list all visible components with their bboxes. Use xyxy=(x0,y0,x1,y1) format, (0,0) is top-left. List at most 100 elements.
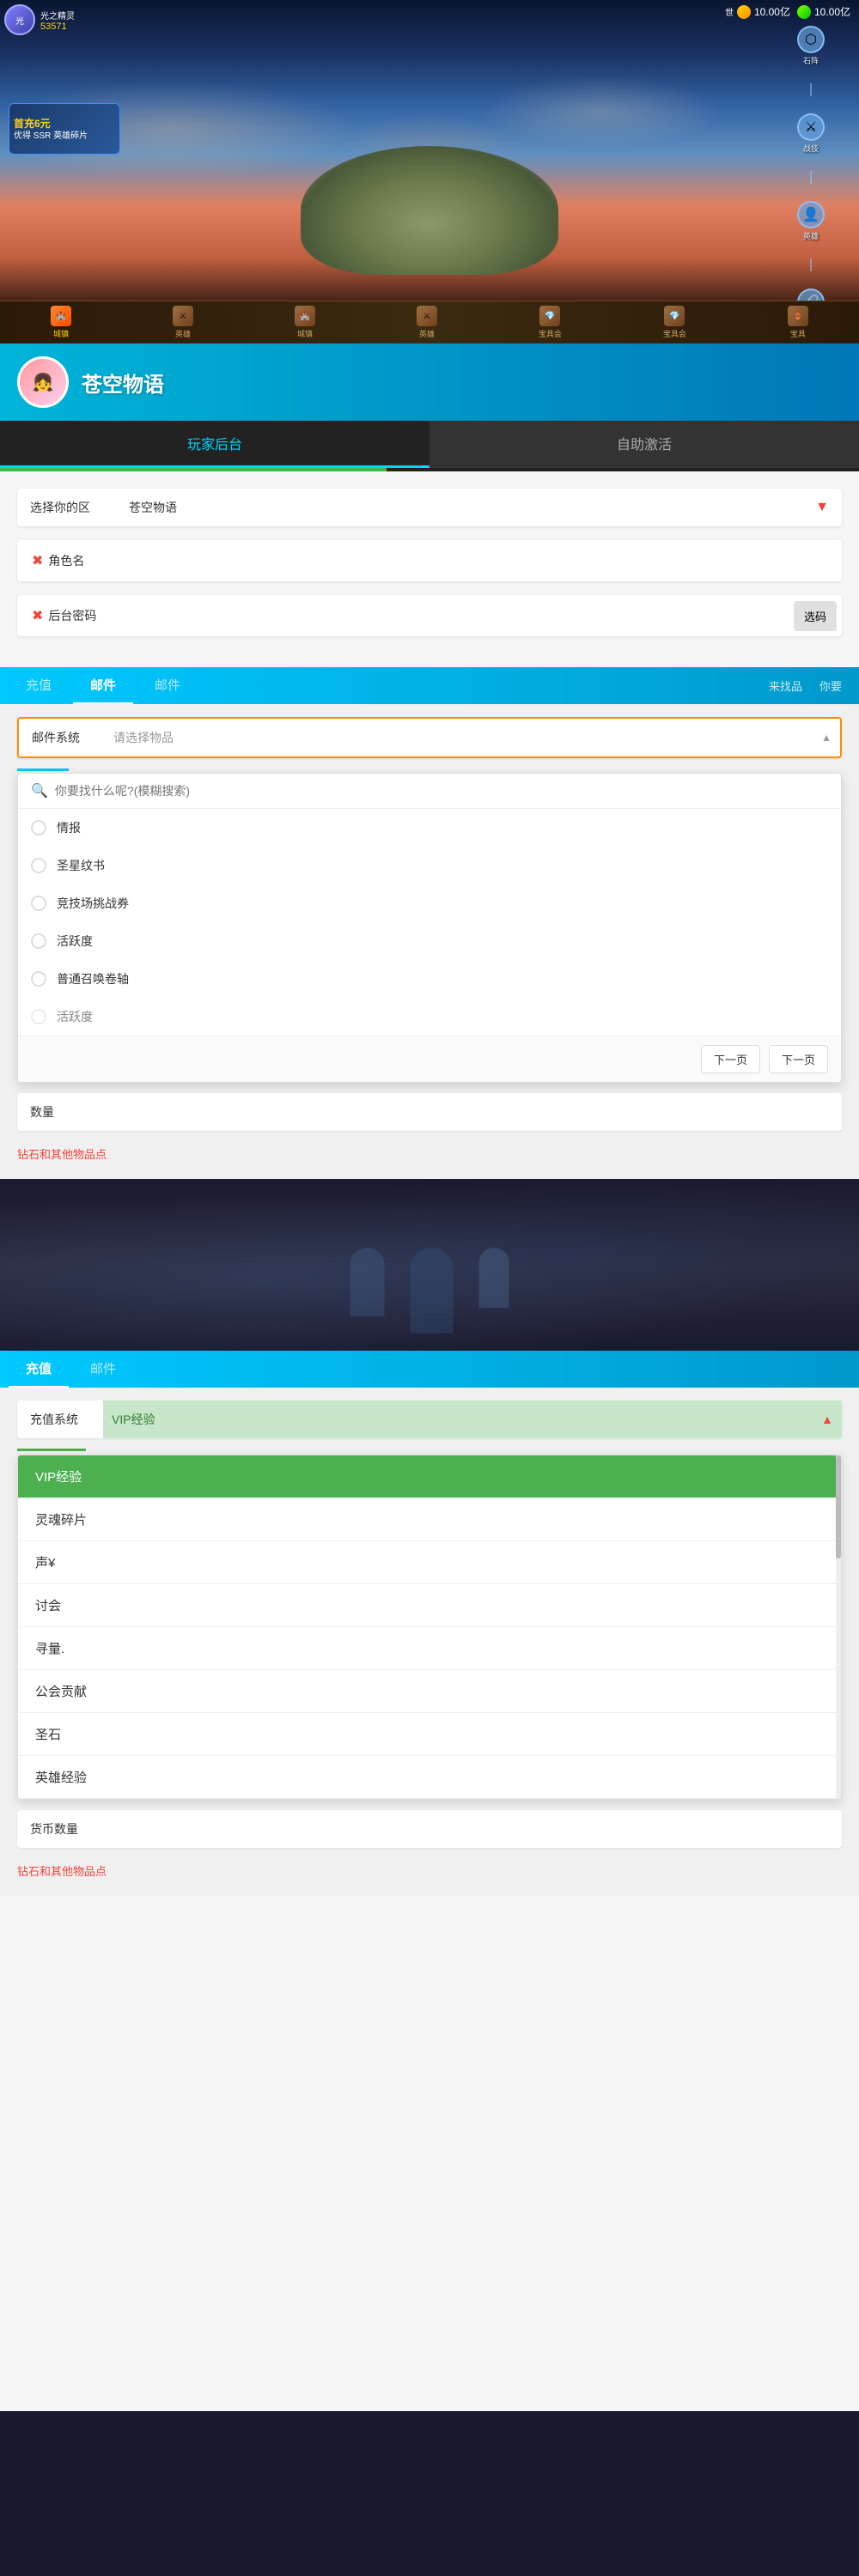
recharge-system-row: 充值系统 VIP经验 ▲ xyxy=(17,1400,842,1438)
item-placeholder: 请选择物品 xyxy=(113,729,174,746)
nav-line-1 xyxy=(810,83,812,96)
node-battle-label: 战技 xyxy=(803,143,819,154)
character-name-label: ✖ 角色名 xyxy=(19,542,122,580)
sub-tab2-mail[interactable]: 邮件 xyxy=(73,1351,133,1388)
player-avatar[interactable]: 光 xyxy=(4,4,35,35)
dropdown-seek[interactable]: 寻量. xyxy=(18,1627,841,1670)
dropdown-holy-stone[interactable]: 圣石 xyxy=(18,1713,841,1756)
item-activity[interactable]: 活跃度 xyxy=(18,922,841,960)
dropdown-soul-fragment[interactable]: 灵魂碎片 xyxy=(18,1498,841,1541)
warning-icon-password: ✖ xyxy=(32,607,43,624)
nav-nodes: ⬡ 石阵 ⚔ 战技 👤 英雄 🔗 联技 🔮 占卜 🏪 商会 xyxy=(797,26,825,343)
dark-separator xyxy=(0,1179,859,1351)
dropdown-vip-exp[interactable]: VIP经验 xyxy=(18,1455,841,1498)
dropdown-hero-exp[interactable]: 英雄经验 xyxy=(18,1756,841,1799)
character-name-row: ✖ 角色名 xyxy=(17,540,842,581)
prev-page-btn[interactable]: 下一页 xyxy=(701,1045,760,1073)
sub-tab-mail[interactable]: 邮件 xyxy=(73,667,133,704)
hint-text-2: 钻石和其他物品点 xyxy=(17,1858,842,1883)
radio-activity xyxy=(31,933,46,949)
recharge-system-label: 充值系统 xyxy=(17,1400,103,1438)
node-stone-icon: ⬡ xyxy=(797,26,825,53)
quantity-input[interactable] xyxy=(103,1095,842,1129)
search-icon: 🔍 xyxy=(31,782,48,799)
nav-hero-bottom-icon: ⚔ xyxy=(173,306,193,326)
nav-treasure1-label: 宝具会 xyxy=(539,328,562,339)
sub-tab-recharge[interactable]: 充值 xyxy=(9,667,69,704)
dropdown-guild[interactable]: 讨会 xyxy=(18,1584,841,1627)
backend-password-input[interactable] xyxy=(122,598,790,633)
nav-combat-icon: ⚔ xyxy=(417,306,437,326)
nav-city2-icon: 🏰 xyxy=(295,306,315,326)
character-name-input[interactable] xyxy=(122,544,840,578)
search-input[interactable] xyxy=(55,784,828,798)
recharge-promo[interactable]: 首充6元 优得 SSR 英雄碎片 xyxy=(9,103,120,155)
next-page-btn[interactable]: 下一页 xyxy=(769,1045,828,1073)
sub-tab2-recharge[interactable]: 充值 xyxy=(9,1351,69,1388)
nav-node-battle[interactable]: ⚔ 战技 xyxy=(797,113,825,154)
radio-holy-book xyxy=(31,858,46,873)
nav-artifact-icon: 🏺 xyxy=(788,306,808,326)
nav-treasure2[interactable]: 💎 宝具会 xyxy=(663,306,686,339)
nav-line-2 xyxy=(810,171,812,184)
nav-city[interactable]: 🏰 城镇 xyxy=(51,306,71,339)
nav-treasure2-icon: 💎 xyxy=(664,306,685,326)
search-dropdown: 🔍 情报 圣星纹书 竞技场挑战券 活跃度 普通召唤卷轴 活跃度 下一页 xyxy=(17,773,842,1083)
admin-title: 苍空物语 xyxy=(82,368,164,398)
select-code-button[interactable]: 选码 xyxy=(794,601,837,631)
quantity-label-2: 货币数量 xyxy=(17,1810,103,1848)
currency-2: 10.00亿 xyxy=(797,4,850,19)
nav-combat[interactable]: ⚔ 英雄 xyxy=(417,306,437,339)
promo-price: 首充6元 xyxy=(14,116,88,131)
radio-summon-scroll xyxy=(31,971,46,987)
item-activity2[interactable]: 活跃度 xyxy=(18,998,841,1036)
dropdown-voice[interactable]: 声¥ xyxy=(18,1541,841,1584)
nav-artifact-label: 宝具 xyxy=(790,328,806,339)
scrollbar-thumb[interactable] xyxy=(836,1455,841,1558)
nav-node-hero[interactable]: 👤 英雄 xyxy=(797,201,825,241)
item-arena-ticket[interactable]: 竞技场挑战券 xyxy=(18,884,841,922)
currency-1: 世 10.00亿 xyxy=(725,4,790,19)
nav-node-stone[interactable]: ⬡ 石阵 xyxy=(797,26,825,66)
item-select-box[interactable]: 请选择物品 ▲ xyxy=(105,719,840,756)
second-admin-section: 充值 邮件 充值系统 VIP经验 ▲ VIP经验 灵魂碎片 声¥ xyxy=(0,1351,859,1896)
nav-city-label: 城镇 xyxy=(53,328,69,339)
player-name: 光之精灵 xyxy=(40,9,75,21)
hint-text: 钻石和其他物品点 xyxy=(17,1141,842,1166)
node-hero-label: 英雄 xyxy=(803,230,819,241)
tab-self-activate[interactable]: 自助激活 xyxy=(430,421,859,468)
region-select-row[interactable]: 选择你的区 苍空物语 ▼ xyxy=(17,489,842,526)
nav-city2-label: 城镇 xyxy=(297,328,313,339)
nav-artifact[interactable]: 🏺 宝具 xyxy=(788,306,808,339)
recharge-select-box[interactable]: VIP经验 ▲ xyxy=(103,1400,842,1438)
region-label: 选择你的区 xyxy=(17,489,120,526)
dropdown-guild-contribution[interactable]: 公会贡献 xyxy=(18,1670,841,1713)
item-summon-scroll[interactable]: 普通召唤卷轴 xyxy=(18,960,841,998)
player-info: 光之精灵 53571 xyxy=(40,9,75,32)
bottom-spacer xyxy=(0,1896,859,2411)
item-holy-book[interactable]: 圣星纹书 xyxy=(18,847,841,884)
gem-icon xyxy=(797,5,811,19)
sub-tab-mail2[interactable]: 邮件 xyxy=(137,667,198,704)
quantity-input-2[interactable] xyxy=(103,1812,842,1846)
nav-treasure1[interactable]: 💎 宝具会 xyxy=(539,306,562,339)
nav-combat-label: 英雄 xyxy=(419,328,435,339)
admin-avatar: 👧 xyxy=(17,356,69,408)
scrollbar-track xyxy=(836,1455,841,1799)
mail-system-row: 邮件系统 请选择物品 ▲ xyxy=(17,717,842,758)
region-dropdown-icon[interactable]: ▼ xyxy=(802,489,842,526)
node-hero-icon: 👤 xyxy=(797,201,825,228)
blue-underline xyxy=(17,769,69,771)
nav-hero-bottom-label: 英雄 xyxy=(175,328,191,339)
backend-password-row: ✖ 后台密码 选码 xyxy=(17,595,842,636)
tab-player-backend[interactable]: 玩家后台 xyxy=(0,421,430,468)
nav-hero-bottom[interactable]: ⚔ 英雄 xyxy=(173,306,193,339)
radio-intelligence xyxy=(31,820,46,835)
nav-city2[interactable]: 🏰 城镇 xyxy=(295,306,315,339)
main-tab-bar: 玩家后台 自助激活 xyxy=(0,421,859,468)
item-intelligence[interactable]: 情报 xyxy=(18,809,841,847)
hint-lapin: 来找品 xyxy=(769,677,802,694)
sub-tab-bar-2: 充值 邮件 xyxy=(0,1351,859,1388)
game-banner: 光 光之精灵 53571 世 10.00亿 10.00亿 ⬡ 石阵 ⚔ 战技 xyxy=(0,0,859,343)
search-box: 🔍 xyxy=(18,774,841,809)
